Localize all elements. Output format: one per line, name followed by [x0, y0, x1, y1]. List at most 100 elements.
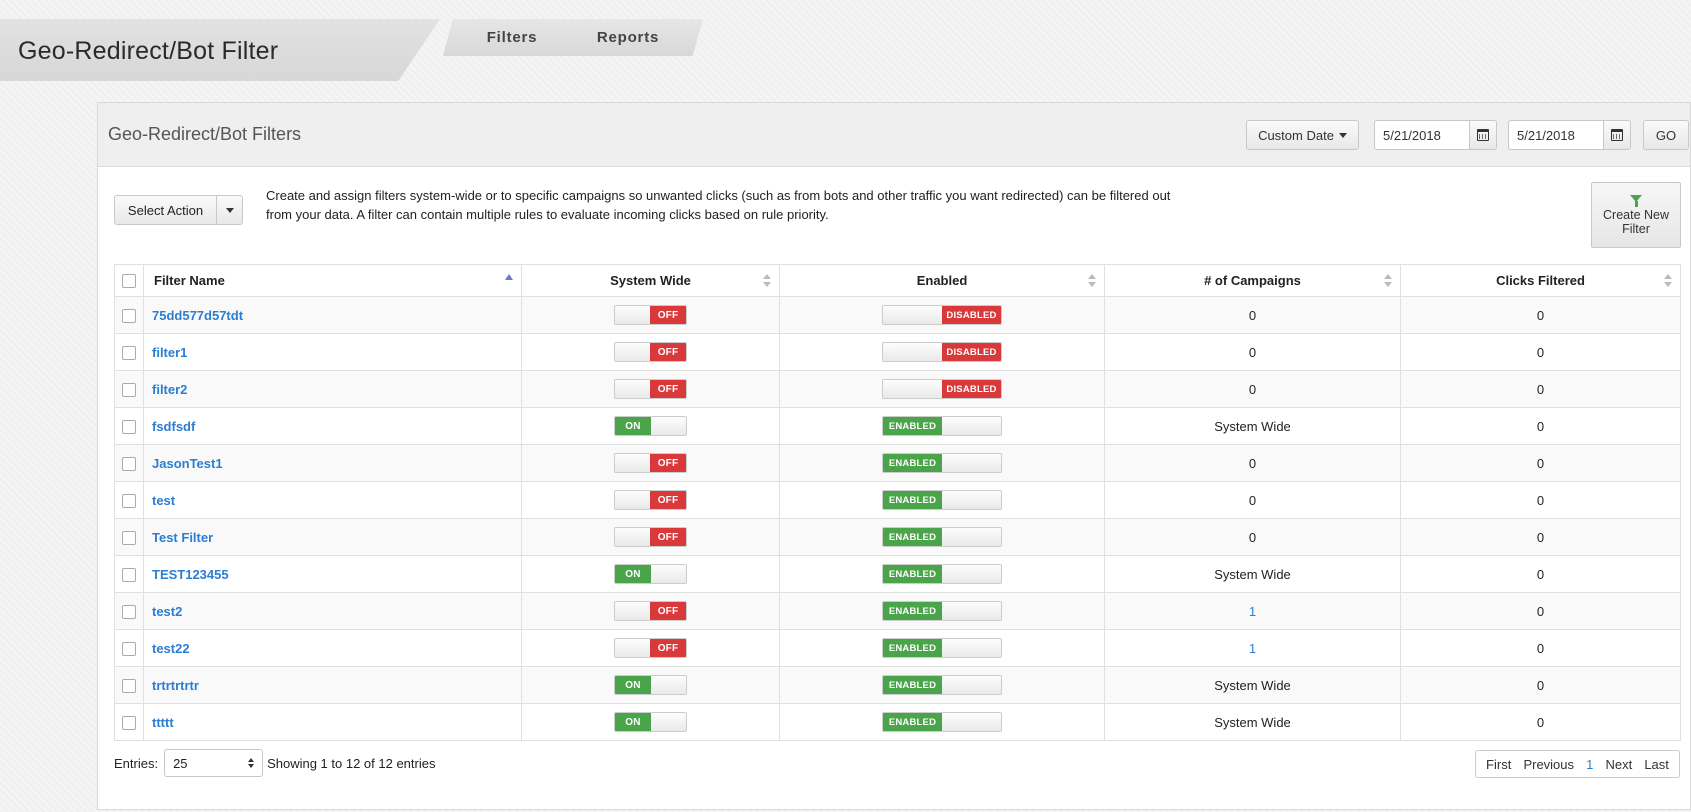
- filter-name-link[interactable]: test2: [152, 604, 182, 619]
- toggle-knob: [942, 528, 1001, 546]
- custom-date-dropdown[interactable]: Custom Date: [1246, 120, 1359, 150]
- enabled-toggle[interactable]: ENABLED: [882, 638, 1002, 658]
- row-checkbox[interactable]: [122, 419, 136, 434]
- row-checkbox[interactable]: [122, 678, 136, 693]
- enabled-toggle[interactable]: ENABLED: [882, 527, 1002, 547]
- end-date-input[interactable]: [1508, 120, 1603, 150]
- row-checkbox[interactable]: [122, 308, 136, 323]
- pager-previous[interactable]: Previous: [1523, 757, 1574, 772]
- campaigns-value: 0: [1248, 455, 1257, 471]
- row-checkbox[interactable]: [122, 641, 136, 656]
- table-row: 75dd577d57tdt OFF DISABLED 0 0: [114, 296, 1681, 334]
- row-checkbox[interactable]: [122, 530, 136, 545]
- toggle-state-label: ON: [615, 417, 651, 435]
- table-row: filter2 OFF DISABLED 0 0: [114, 370, 1681, 408]
- column-header-filter-name[interactable]: Filter Name: [143, 264, 522, 297]
- toggle-knob: [650, 417, 686, 435]
- entries-per-page-select[interactable]: 25: [164, 749, 264, 777]
- enabled-toggle[interactable]: ENABLED: [882, 564, 1002, 584]
- toggle-state-label: ON: [615, 676, 651, 694]
- start-date-input[interactable]: [1374, 120, 1469, 150]
- enabled-toggle[interactable]: ENABLED: [882, 453, 1002, 473]
- campaigns-cell: System Wide: [1104, 666, 1401, 704]
- filter-name-link[interactable]: fsdfsdf: [152, 419, 195, 434]
- campaigns-cell: System Wide: [1104, 703, 1401, 741]
- campaigns-value[interactable]: 1: [1249, 604, 1256, 619]
- toggle-state-label: DISABLED: [942, 380, 1001, 398]
- filter-name-link[interactable]: test22: [152, 641, 190, 656]
- row-checkbox[interactable]: [122, 715, 136, 730]
- system-wide-toggle[interactable]: OFF: [614, 342, 687, 362]
- tab-reports[interactable]: Reports: [553, 19, 703, 56]
- table-row: test2 OFF ENABLED 1 0: [114, 592, 1681, 630]
- filter-name-cell: trtrtrtrtr: [143, 666, 522, 704]
- pager-next[interactable]: Next: [1605, 757, 1632, 772]
- column-header-system-wide[interactable]: System Wide: [521, 264, 780, 297]
- select-all-checkbox[interactable]: [122, 274, 136, 289]
- enabled-cell: DISABLED: [779, 333, 1105, 371]
- filter-name-link[interactable]: trtrtrtrtr: [152, 678, 199, 693]
- panel-description: Create and assign filters system-wide or…: [266, 188, 1171, 222]
- row-checkbox[interactable]: [122, 567, 136, 582]
- enabled-toggle[interactable]: DISABLED: [882, 305, 1002, 325]
- clicks-filtered-value: 0: [1536, 714, 1545, 730]
- system-wide-toggle[interactable]: ON: [614, 712, 687, 732]
- pager-first[interactable]: First: [1486, 757, 1511, 772]
- filter-name-link[interactable]: 75dd577d57tdt: [152, 308, 243, 323]
- row-checkbox[interactable]: [122, 604, 136, 619]
- row-checkbox[interactable]: [122, 456, 136, 471]
- filter-name-link[interactable]: test: [152, 493, 175, 508]
- page-title: Geo-Redirect/Bot Filter: [18, 37, 279, 65]
- system-wide-toggle[interactable]: ON: [614, 675, 687, 695]
- pager-last[interactable]: Last: [1644, 757, 1669, 772]
- row-checkbox[interactable]: [122, 382, 136, 397]
- select-action-button[interactable]: Select Action: [114, 195, 217, 225]
- system-wide-toggle[interactable]: OFF: [614, 638, 687, 658]
- select-action-dropdown-toggle[interactable]: [217, 195, 243, 225]
- campaigns-cell: 0: [1104, 296, 1401, 334]
- system-wide-toggle[interactable]: OFF: [614, 379, 687, 399]
- enabled-toggle[interactable]: ENABLED: [882, 416, 1002, 436]
- filter-name-link[interactable]: JasonTest1: [152, 456, 223, 471]
- enabled-toggle[interactable]: DISABLED: [882, 342, 1002, 362]
- row-checkbox[interactable]: [122, 345, 136, 360]
- system-wide-toggle[interactable]: OFF: [614, 490, 687, 510]
- enabled-toggle[interactable]: ENABLED: [882, 601, 1002, 621]
- filter-name-link[interactable]: ttttt: [152, 715, 174, 730]
- enabled-toggle[interactable]: ENABLED: [882, 675, 1002, 695]
- row-select-cell: [114, 481, 144, 519]
- go-button[interactable]: GO: [1643, 120, 1689, 150]
- enabled-cell: ENABLED: [779, 592, 1105, 630]
- row-select-cell: [114, 555, 144, 593]
- create-new-filter-button[interactable]: Create New Filter: [1591, 182, 1681, 248]
- row-checkbox[interactable]: [122, 493, 136, 508]
- filter-name-link[interactable]: TEST123455: [152, 567, 229, 582]
- pager-current-page[interactable]: 1: [1586, 757, 1593, 772]
- system-wide-toggle[interactable]: OFF: [614, 527, 687, 547]
- system-wide-toggle[interactable]: OFF: [614, 305, 687, 325]
- toggle-state-label: ENABLED: [883, 417, 942, 435]
- enabled-toggle[interactable]: DISABLED: [882, 379, 1002, 399]
- filter-name-link[interactable]: filter1: [152, 345, 187, 360]
- toggle-state-label: ENABLED: [883, 713, 942, 731]
- start-date-calendar-button[interactable]: [1469, 120, 1497, 150]
- end-date-calendar-button[interactable]: [1603, 120, 1631, 150]
- filters-table: Filter Name System Wide Enabled # of Cam…: [114, 264, 1681, 741]
- toggle-knob: [615, 343, 651, 361]
- system-wide-toggle[interactable]: OFF: [614, 453, 687, 473]
- column-header-clicks-filtered[interactable]: Clicks Filtered: [1400, 264, 1681, 297]
- toggle-knob: [942, 639, 1001, 657]
- system-wide-toggle[interactable]: OFF: [614, 601, 687, 621]
- enabled-cell: ENABLED: [779, 703, 1105, 741]
- panel-title: Geo-Redirect/Bot Filters: [108, 124, 302, 144]
- filter-name-link[interactable]: filter2: [152, 382, 187, 397]
- filter-name-link[interactable]: Test Filter: [152, 530, 213, 545]
- system-wide-toggle[interactable]: ON: [614, 416, 687, 436]
- column-header-enabled[interactable]: Enabled: [779, 264, 1105, 297]
- enabled-toggle[interactable]: ENABLED: [882, 490, 1002, 510]
- table-row: trtrtrtrtr ON ENABLED System Wide 0: [114, 666, 1681, 704]
- column-header-campaigns[interactable]: # of Campaigns: [1104, 264, 1401, 297]
- enabled-toggle[interactable]: ENABLED: [882, 712, 1002, 732]
- system-wide-toggle[interactable]: ON: [614, 564, 687, 584]
- campaigns-value[interactable]: 1: [1249, 641, 1256, 656]
